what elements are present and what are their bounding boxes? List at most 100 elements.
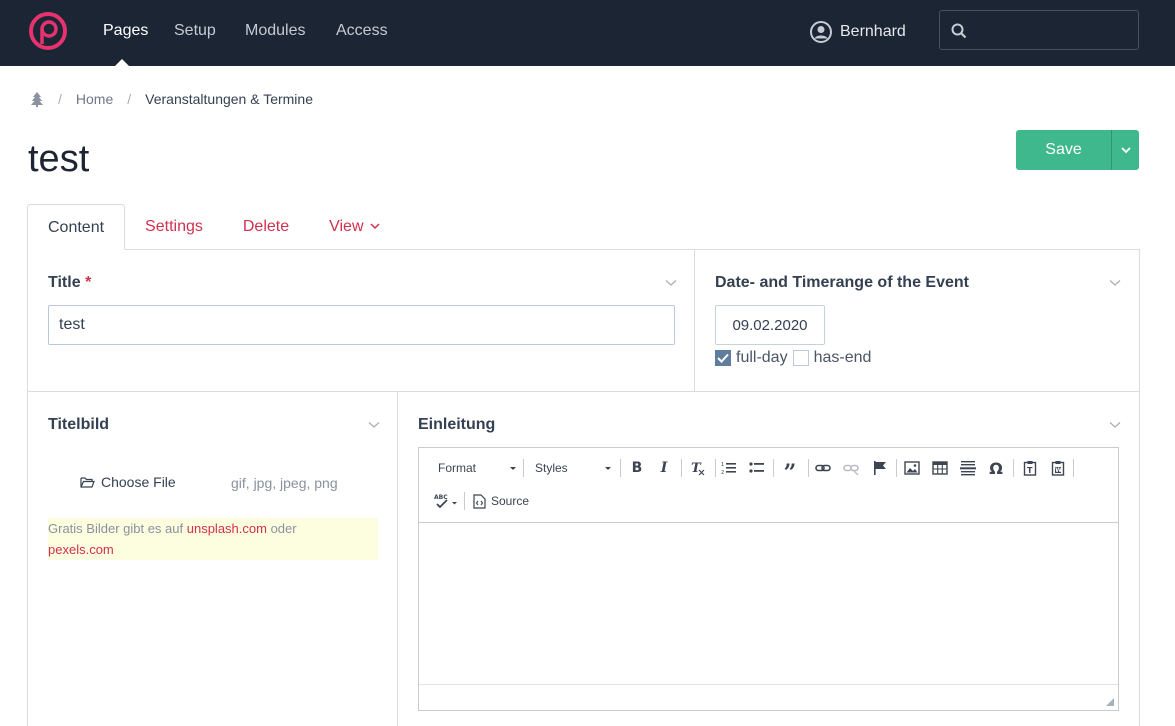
link-icon[interactable] — [813, 458, 833, 478]
user-menu[interactable]: Bernhard — [810, 20, 906, 44]
toolbar-separator — [620, 459, 621, 477]
editor-toolbar: Format Styles B I T 12 ” Ω T W ABC Sourc… — [419, 448, 1118, 523]
save-button-group: Save — [1016, 130, 1139, 170]
toolbar-separator — [715, 459, 716, 477]
toolbar-separator — [523, 459, 524, 477]
format-label: Format — [438, 461, 477, 475]
breadcrumb: / Home / Veranstaltungen & Termine — [30, 90, 313, 108]
page-title: test — [28, 138, 90, 180]
title-label: Title * — [48, 274, 92, 291]
active-nav-indicator — [115, 59, 129, 66]
bulleted-list-icon[interactable] — [747, 458, 767, 478]
blockquote-icon[interactable]: ” — [780, 458, 800, 486]
tab-label: View — [329, 218, 364, 235]
save-dropdown-toggle[interactable] — [1111, 130, 1139, 170]
nav-modules[interactable]: Modules — [245, 22, 305, 40]
dropdown-arrow-icon — [605, 467, 611, 470]
user-avatar-icon — [810, 21, 832, 43]
date-options: full-day has-end — [715, 348, 876, 368]
dropdown-arrow-icon — [510, 467, 516, 470]
bold-icon[interactable]: B — [627, 458, 647, 478]
nav-pages[interactable]: Pages — [103, 22, 148, 40]
einleitung-label: Einleitung — [418, 416, 496, 433]
unsplash-link[interactable]: unsplash.com — [187, 521, 267, 536]
breadcrumb-separator: / — [58, 91, 62, 107]
chevron-down-icon — [1120, 146, 1131, 153]
anchor-flag-icon[interactable] — [870, 458, 890, 478]
tab-label: Content — [48, 219, 105, 236]
editor-footer — [419, 684, 1118, 710]
required-mark: * — [85, 274, 92, 291]
tab-settings[interactable]: Settings — [125, 204, 223, 250]
tree-icon[interactable] — [30, 91, 44, 107]
toolbar-separator — [681, 459, 682, 477]
collapse-chevron-icon[interactable] — [665, 279, 677, 287]
remove-format-icon[interactable]: T — [687, 458, 707, 478]
nav-setup[interactable]: Setup — [174, 22, 216, 40]
save-button[interactable]: Save — [1016, 130, 1111, 170]
nav-access[interactable]: Access — [336, 22, 388, 40]
search-input[interactable] — [976, 17, 1132, 43]
has-end-checkbox[interactable] — [792, 350, 809, 366]
toolbar-separator — [896, 459, 897, 477]
svg-text:1: 1 — [721, 462, 724, 468]
date-input[interactable] — [715, 305, 825, 345]
has-end-label[interactable]: has-end — [814, 349, 872, 367]
search-icon — [951, 23, 967, 39]
column-divider — [397, 392, 398, 726]
choose-file-label: Choose File — [101, 474, 176, 490]
page-edit-tabs: Content Settings Delete View — [27, 204, 400, 250]
date-label: Date- and Timerange of the Event — [715, 274, 969, 291]
styles-label: Styles — [535, 461, 568, 475]
table-icon[interactable] — [930, 458, 950, 478]
image-icon[interactable] — [902, 458, 922, 478]
rich-text-editor: Format Styles B I T 12 ” Ω T W ABC Sourc… — [418, 447, 1119, 711]
breadcrumb-current[interactable]: Veranstaltungen & Termine — [145, 91, 313, 107]
tab-label: Settings — [145, 218, 203, 235]
user-name: Bernhard — [840, 23, 906, 40]
full-day-label[interactable]: full-day — [736, 349, 788, 367]
numbered-list-icon[interactable]: 12 — [719, 458, 739, 478]
top-navbar: Pages Setup Modules Access Bernhard — [0, 0, 1175, 66]
hint-text: oder — [266, 521, 297, 536]
paste-from-word-icon[interactable]: W — [1048, 458, 1068, 478]
collapse-chevron-icon[interactable] — [368, 421, 380, 429]
full-day-checkbox[interactable] — [715, 350, 731, 366]
paste-text-icon[interactable]: T — [1020, 458, 1040, 478]
format-dropdown[interactable]: Format — [438, 457, 516, 479]
title-input[interactable] — [48, 305, 675, 345]
allowed-file-types: gif, jpg, jpeg, png — [231, 475, 338, 491]
svg-text:2: 2 — [721, 470, 724, 476]
tab-label: Delete — [242, 218, 290, 235]
processwire-logo-icon[interactable] — [28, 11, 68, 51]
editor-content-area[interactable] — [419, 524, 1118, 684]
pexels-link[interactable]: pexels.com — [48, 542, 114, 557]
svg-text:T: T — [1027, 466, 1033, 475]
collapse-chevron-icon[interactable] — [1109, 421, 1121, 429]
svg-text:W: W — [1055, 467, 1062, 474]
breadcrumb-separator: / — [127, 91, 132, 107]
styles-dropdown[interactable]: Styles — [535, 457, 611, 479]
row-divider — [28, 391, 1139, 392]
column-divider — [694, 250, 695, 392]
special-character-icon[interactable]: Ω — [986, 458, 1006, 478]
toolbar-separator — [773, 459, 774, 477]
collapse-chevron-icon[interactable] — [1109, 279, 1121, 287]
tab-delete[interactable]: Delete — [223, 204, 309, 250]
search-box[interactable] — [939, 10, 1139, 50]
horizontal-line-icon[interactable] — [958, 458, 978, 478]
resize-handle-icon[interactable] — [1106, 698, 1114, 706]
tab-content[interactable]: Content — [27, 204, 126, 250]
tab-view[interactable]: View — [309, 204, 399, 250]
unlink-icon[interactable] — [841, 458, 861, 478]
italic-icon[interactable]: I — [654, 458, 674, 478]
image-hint: Gratis Bilder gibt es auf unsplash.com o… — [48, 518, 378, 560]
source-button[interactable]: Source — [473, 491, 529, 511]
breadcrumb-home[interactable]: Home — [76, 91, 113, 107]
toolbar-separator — [808, 459, 809, 477]
spellcheck-icon[interactable]: ABC — [432, 491, 460, 511]
hint-text: Gratis Bilder gibt es auf — [48, 521, 187, 536]
source-code-icon — [473, 493, 486, 509]
choose-file-button[interactable]: Choose File — [80, 474, 176, 490]
toolbar-separator — [1013, 459, 1014, 477]
